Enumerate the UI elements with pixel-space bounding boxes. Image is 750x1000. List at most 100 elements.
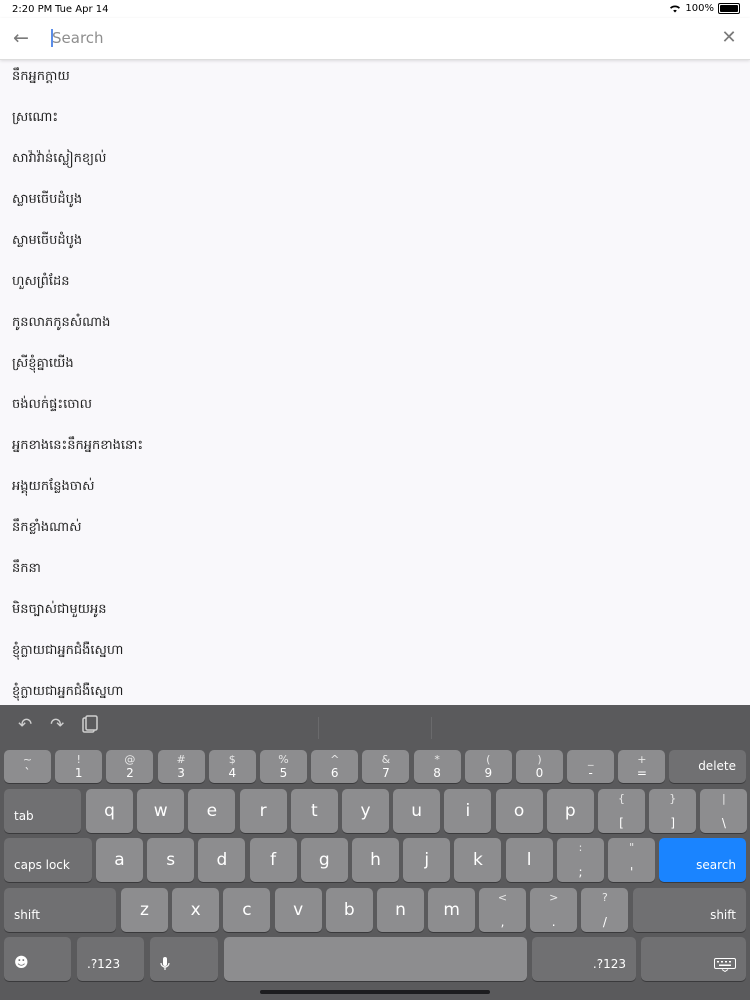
status-right: 100% xyxy=(669,3,740,14)
emoji-key[interactable]: ☻ xyxy=(4,937,71,981)
list-item[interactable]: ខ្ញុំក្លាយជាអ្នកជំងឺស្នេហា xyxy=(0,674,750,705)
key-u[interactable]: u xyxy=(393,789,441,833)
key-b[interactable]: b xyxy=(325,888,373,932)
key-label: z xyxy=(140,900,149,920)
list-item[interactable]: ស្រីខ្ញុំគ្នាយើង xyxy=(0,346,750,387)
emoji-icon: ☻ xyxy=(14,955,29,971)
list-item[interactable]: ស្លាមចេីបដំបូង xyxy=(0,223,750,264)
key-5[interactable]: % 5 xyxy=(260,750,307,783)
key-label: t xyxy=(310,801,318,821)
search-key[interactable]: search xyxy=(659,838,746,882)
list-item[interactable]: មិនច្បាស់ជាមួយអូន xyxy=(0,592,750,633)
key-6[interactable]: ^ 6 xyxy=(311,750,359,783)
key-label: 1 xyxy=(74,766,83,780)
list-item[interactable]: ខ្ញុំក្លាយជាអ្នកជំងឺស្នេហា xyxy=(0,633,750,674)
list-item[interactable]: កូនលាភកូនសំណាង xyxy=(0,305,750,346)
key-label: b xyxy=(343,900,355,920)
key-7[interactable]: & 7 xyxy=(362,750,410,783)
key-[interactable]: _ - xyxy=(567,750,615,783)
list-item[interactable]: នឹកនា xyxy=(0,551,750,592)
search-input[interactable] xyxy=(52,26,652,50)
key-punctuation[interactable]: >. xyxy=(530,888,578,932)
key-x[interactable]: x xyxy=(172,888,220,932)
key-label: ` xyxy=(24,766,31,780)
key-r[interactable]: r xyxy=(239,789,287,833)
key-3[interactable]: #3 xyxy=(157,750,205,783)
key-punctuation[interactable]: <, xyxy=(479,888,526,932)
key-4[interactable]: $4 xyxy=(208,750,256,783)
key-punctuation[interactable]: ? / xyxy=(581,888,629,932)
list-item[interactable]: ចង់លក់ផ្ទះចោល xyxy=(0,387,750,428)
list-item[interactable]: អង្គុយកន្លែងចាស់ xyxy=(0,469,750,510)
key-0[interactable]: ) 0 xyxy=(516,750,563,783)
key-t[interactable]: t xyxy=(290,789,338,833)
key-punctuation[interactable]: " ' xyxy=(608,838,656,882)
key-2[interactable]: @2 xyxy=(106,750,154,783)
undo-icon[interactable]: ↶ xyxy=(18,715,32,735)
list-item[interactable]: ហួសព្រំដែន xyxy=(0,264,750,305)
key-p[interactable]: p xyxy=(546,789,594,833)
toolbar-divider xyxy=(431,717,432,739)
wifi-icon xyxy=(670,5,681,13)
key-shift-label: ~ xyxy=(22,753,33,766)
list-item[interactable]: នឹកអ្នកក្តាយ xyxy=(0,59,750,100)
key-shift-label: | xyxy=(722,792,726,805)
list-item[interactable]: អ្នកខាងនេះនឹកអ្នកខាងនោះ xyxy=(0,428,750,469)
key-h[interactable]: h xyxy=(352,838,399,882)
dictation-key[interactable] xyxy=(150,937,218,981)
search-bar: ← ✕ xyxy=(0,18,750,60)
numbers-key-right[interactable]: .?123 xyxy=(532,937,636,981)
key-k[interactable]: k xyxy=(454,838,502,882)
key-w[interactable]: w xyxy=(137,789,185,833)
numbers-key[interactable]: .?123 xyxy=(77,937,144,981)
key-d[interactable]: d xyxy=(198,838,246,882)
key-bracket[interactable]: }] xyxy=(649,789,697,833)
key-label: 6 xyxy=(330,766,339,780)
key-punctuation[interactable]: :; xyxy=(557,838,604,882)
key-bracket[interactable]: | \ xyxy=(700,789,748,833)
key-l[interactable]: l xyxy=(505,838,553,882)
hide-keyboard-key[interactable] xyxy=(641,937,746,981)
key-shift-label: & xyxy=(381,753,391,766)
space-key[interactable] xyxy=(224,937,527,981)
list-item[interactable]: នឹកខ្លាំងណាស់ xyxy=(0,510,750,551)
key-n[interactable]: n xyxy=(377,888,424,932)
shift-right-key[interactable]: shift xyxy=(633,888,746,932)
paste-icon[interactable] xyxy=(82,715,98,738)
key-z[interactable]: z xyxy=(121,888,168,932)
key-e[interactable]: e xyxy=(188,789,236,833)
key-j[interactable]: j xyxy=(403,838,451,882)
key-bracket[interactable]: {[ xyxy=(598,789,645,833)
toolbar-divider xyxy=(318,717,319,739)
shift-left-key[interactable]: shift xyxy=(4,888,116,932)
key-i[interactable]: i xyxy=(444,789,492,833)
key-label: v xyxy=(293,900,304,920)
key-s[interactable]: s xyxy=(147,838,195,882)
tab-key[interactable]: tab xyxy=(4,789,81,833)
key-o[interactable]: o xyxy=(495,789,543,833)
key-g[interactable]: g xyxy=(300,838,348,882)
redo-icon[interactable]: ↷ xyxy=(50,715,64,735)
delete-key[interactable]: delete xyxy=(669,750,746,783)
key-8[interactable]: * 8 xyxy=(413,750,461,783)
key-c[interactable]: c xyxy=(223,888,271,932)
list-item[interactable]: ស្លាមចេីបដំបូង xyxy=(0,182,750,223)
key-v[interactable]: v xyxy=(274,888,322,932)
close-icon[interactable]: ✕ xyxy=(718,27,740,49)
key-[interactable]: + = xyxy=(618,750,666,783)
key-label: shift xyxy=(14,908,40,922)
key-a[interactable]: a xyxy=(96,838,143,882)
key-1[interactable]: ! 1 xyxy=(55,750,103,783)
arrow-left-icon[interactable]: ← xyxy=(10,27,32,49)
key-[interactable]: ~ ` xyxy=(4,750,51,783)
list-item[interactable]: ស្រណោះ xyxy=(0,100,750,141)
caps-lock-key[interactable]: caps lock xyxy=(4,838,92,882)
key-9[interactable]: (9 xyxy=(464,750,512,783)
key-label: 4 xyxy=(228,766,237,780)
key-y[interactable]: y xyxy=(342,789,389,833)
key-m[interactable]: m xyxy=(428,888,476,932)
key-f[interactable]: f xyxy=(249,838,297,882)
key-q[interactable]: q xyxy=(86,789,133,833)
key-label: k xyxy=(472,850,483,870)
list-item[interactable]: សាវ៉ាវ៉ាន់ស្លៀកខ្យល់ xyxy=(0,141,750,182)
